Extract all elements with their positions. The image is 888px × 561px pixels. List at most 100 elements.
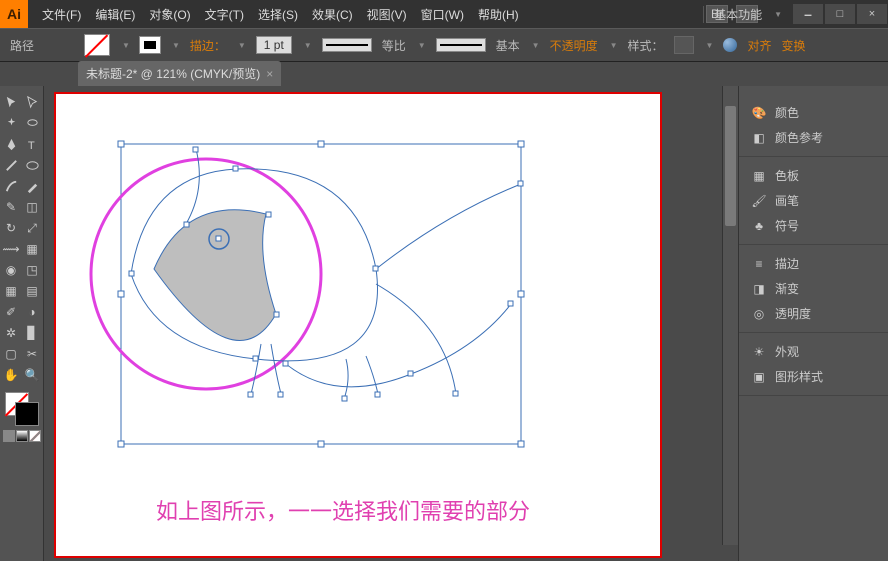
selection-type-label: 路径 (10, 37, 34, 54)
blend-tool[interactable]: ◑ (22, 302, 42, 322)
document-tab-bar: 未标题-2* @ 121% (CMYK/预览) × (0, 62, 888, 86)
shape-builder-tool[interactable]: ◉ (1, 260, 21, 280)
free-transform-tool[interactable]: ▦ (22, 239, 42, 259)
menu-file[interactable]: 文件(F) (36, 2, 87, 27)
blob-brush-tool[interactable]: ✎ (1, 197, 21, 217)
menu-effect[interactable]: 效果(C) (306, 2, 359, 27)
menu-type[interactable]: 文字(T) (199, 2, 250, 27)
workspace: 基本功能 ▼ – □ × (703, 2, 888, 26)
menu-edit[interactable]: 编辑(E) (89, 2, 141, 27)
type-tool[interactable]: T (22, 134, 42, 154)
align-label[interactable]: 对齐 (747, 37, 771, 54)
transform-label[interactable]: 变换 (781, 37, 805, 54)
graphic-styles-icon: ▣ (751, 369, 767, 385)
menu-bar: 文件(F) 编辑(E) 对象(O) 文字(T) 选择(S) 效果(C) 视图(V… (36, 2, 525, 27)
guide-icon: ◧ (751, 130, 767, 146)
color-mode[interactable] (3, 430, 15, 442)
panel-color[interactable]: 🎨颜色 (739, 100, 888, 125)
caption-text: 如上图所示，一一选择我们需要的部分 (156, 494, 530, 526)
panels-dock: 🎨颜色 ◧颜色参考 ▦色板 🖌画笔 ♣符号 ≡描边 ◨渐变 ◎透明度 ☀外观 ▣… (738, 86, 888, 561)
paintbrush-tool[interactable] (1, 176, 21, 196)
gradient-mode[interactable] (16, 430, 28, 442)
stroke-weight-input[interactable]: 1 pt (256, 36, 292, 54)
minimize-button[interactable]: – (793, 4, 823, 24)
panel-transparency[interactable]: ◎透明度 (739, 301, 888, 326)
gradient-icon: ◨ (751, 281, 767, 297)
maximize-button[interactable]: □ (825, 4, 855, 24)
menu-help[interactable]: 帮助(H) (472, 2, 525, 27)
panel-appearance[interactable]: ☀外观 (739, 339, 888, 364)
window-controls: – □ × (792, 2, 888, 26)
style-label: 样式： (628, 37, 664, 54)
eraser-tool[interactable]: ◫ (22, 197, 42, 217)
document-tab[interactable]: 未标题-2* @ 121% (CMYK/预览) × (78, 61, 281, 86)
none-mode[interactable] (29, 430, 41, 442)
slice-tool[interactable]: ✂ (22, 344, 42, 364)
fill-stroke-control[interactable] (5, 392, 39, 426)
artwork (56, 94, 662, 558)
artboard-tool[interactable]: ▢ (1, 344, 21, 364)
brush-def[interactable] (436, 38, 486, 52)
panel-graphic-styles[interactable]: ▣图形样式 (739, 364, 888, 389)
control-bar: 路径 ▼ ▼ 描边：▼ 1 pt▼ 等比▼ 基本▼ 不透明度▼ 样式： ▼ 对齐… (0, 28, 888, 62)
color-mode-buttons (3, 430, 41, 442)
transparency-icon: ◎ (751, 306, 767, 322)
panel-swatches[interactable]: ▦色板 (739, 163, 888, 188)
opacity-label[interactable]: 不透明度 (550, 37, 598, 54)
menu-select[interactable]: 选择(S) (252, 2, 304, 27)
symbol-sprayer-tool[interactable]: ✲ (1, 323, 21, 343)
close-tab-icon[interactable]: × (266, 67, 273, 81)
magic-wand-tool[interactable] (1, 113, 21, 133)
tools-panel: T ✎◫ ↻⤢ ⟿▦ ◉◳ ▦▤ ✐◑ ✲▊ ▢✂ ✋🔍 (0, 86, 44, 561)
panel-gradient[interactable]: ◨渐变 (739, 276, 888, 301)
stroke-label[interactable]: 描边： (190, 37, 226, 54)
chevron-down-icon[interactable]: ▼ (172, 41, 180, 50)
brush-label: 基本 (496, 37, 520, 54)
fill-swatch[interactable] (84, 34, 110, 56)
titlebar: Ai 文件(F) 编辑(E) 对象(O) 文字(T) 选择(S) 效果(C) 视… (0, 0, 888, 28)
brush-icon: 🖌 (751, 193, 767, 209)
zoom-tool[interactable]: 🔍 (22, 365, 42, 385)
pencil-tool[interactable] (22, 176, 42, 196)
artboard[interactable]: 如上图所示，一一选择我们需要的部分 (54, 92, 662, 558)
panel-symbols[interactable]: ♣符号 (739, 213, 888, 238)
rotate-tool[interactable]: ↻ (1, 218, 21, 238)
scale-tool[interactable]: ⤢ (22, 218, 42, 238)
vertical-scrollbar[interactable] (722, 86, 738, 545)
palette-icon: 🎨 (751, 105, 767, 121)
canvas-area[interactable]: 如上图所示，一一选择我们需要的部分 (44, 86, 738, 561)
style-swatch[interactable] (674, 36, 694, 54)
panel-stroke[interactable]: ≡描边 (739, 251, 888, 276)
menu-object[interactable]: 对象(O) (143, 2, 196, 27)
chevron-down-icon[interactable]: ▼ (122, 41, 130, 50)
chevron-down-icon[interactable]: ▼ (774, 10, 782, 19)
stroke-icon: ≡ (751, 256, 767, 272)
symbols-icon: ♣ (751, 218, 767, 234)
menu-window[interactable]: 窗口(W) (415, 2, 470, 27)
selection-tool[interactable] (1, 92, 21, 112)
perspective-tool[interactable]: ◳ (22, 260, 42, 280)
close-button[interactable]: × (857, 4, 887, 24)
pen-tool[interactable] (1, 134, 21, 154)
graph-tool[interactable]: ▊ (22, 323, 42, 343)
stroke-swatch[interactable] (140, 37, 160, 53)
swatches-icon: ▦ (751, 168, 767, 184)
ellipse-tool[interactable] (22, 155, 42, 175)
menu-view[interactable]: 视图(V) (361, 2, 413, 27)
mesh-tool[interactable]: ▦ (1, 281, 21, 301)
ai-logo: Ai (0, 0, 28, 28)
width-tool[interactable]: ⟿ (1, 239, 21, 259)
panel-brushes[interactable]: 🖌画笔 (739, 188, 888, 213)
workspace-label[interactable]: 基本功能 (703, 6, 772, 23)
recolor-icon[interactable] (723, 38, 737, 52)
width-profile[interactable] (322, 38, 372, 52)
hand-tool[interactable]: ✋ (1, 365, 21, 385)
width-profile-label: 等比 (382, 37, 406, 54)
panel-color-guide[interactable]: ◧颜色参考 (739, 125, 888, 150)
appearance-icon: ☀ (751, 344, 767, 360)
lasso-tool[interactable] (22, 113, 42, 133)
gradient-tool[interactable]: ▤ (22, 281, 42, 301)
line-tool[interactable] (1, 155, 21, 175)
direct-selection-tool[interactable] (22, 92, 42, 112)
eyedropper-tool[interactable]: ✐ (1, 302, 21, 322)
